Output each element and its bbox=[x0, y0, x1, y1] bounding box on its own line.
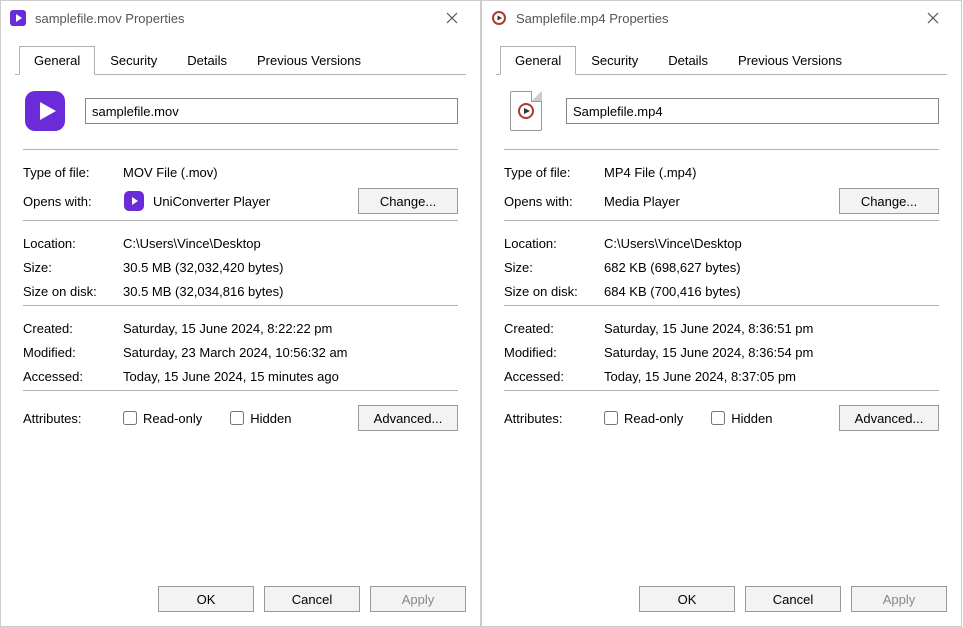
default-app-icon bbox=[123, 190, 145, 212]
separator bbox=[504, 390, 939, 391]
attributes-label: Attributes: bbox=[23, 411, 123, 426]
titlebar[interactable]: samplefile.mov Properties bbox=[1, 1, 480, 35]
filename-input[interactable] bbox=[85, 98, 458, 124]
separator bbox=[504, 305, 939, 306]
apply-button[interactable]: Apply bbox=[851, 586, 947, 612]
hidden-checkbox[interactable]: Hidden bbox=[711, 411, 772, 426]
tab-details[interactable]: Details bbox=[172, 46, 242, 75]
accessed-label: Accessed: bbox=[23, 369, 123, 384]
tab-previous-versions[interactable]: Previous Versions bbox=[242, 46, 376, 75]
separator bbox=[23, 390, 458, 391]
content-area: General Security Details Previous Versio… bbox=[482, 35, 961, 576]
opens-with-label: Opens with: bbox=[504, 194, 604, 209]
accessed-label: Accessed: bbox=[504, 369, 604, 384]
properties-window-mov: samplefile.mov Properties General Securi… bbox=[0, 0, 481, 627]
size-on-disk-value: 30.5 MB (32,034,816 bytes) bbox=[123, 284, 458, 299]
size-on-disk-label: Size on disk: bbox=[504, 284, 604, 299]
type-label: Type of file: bbox=[504, 165, 604, 180]
window-title: Samplefile.mp4 Properties bbox=[516, 11, 915, 26]
change-button[interactable]: Change... bbox=[839, 188, 939, 214]
readonly-checkbox-input[interactable] bbox=[604, 411, 618, 425]
size-label: Size: bbox=[504, 260, 604, 275]
app-icon bbox=[9, 9, 27, 27]
app-icon bbox=[490, 9, 508, 27]
ok-button[interactable]: OK bbox=[158, 586, 254, 612]
titlebar[interactable]: Samplefile.mp4 Properties bbox=[482, 1, 961, 35]
readonly-label: Read-only bbox=[143, 411, 202, 426]
opens-with-value: UniConverter Player bbox=[153, 194, 270, 209]
close-icon[interactable] bbox=[915, 5, 951, 31]
type-label: Type of file: bbox=[23, 165, 123, 180]
type-value: MP4 File (.mp4) bbox=[604, 165, 939, 180]
hidden-checkbox-input[interactable] bbox=[230, 411, 244, 425]
filename-input[interactable] bbox=[566, 98, 939, 124]
size-value: 30.5 MB (32,032,420 bytes) bbox=[123, 260, 458, 275]
attributes-label: Attributes: bbox=[504, 411, 604, 426]
size-value: 682 KB (698,627 bytes) bbox=[604, 260, 939, 275]
modified-value: Saturday, 23 March 2024, 10:56:32 am bbox=[123, 345, 458, 360]
readonly-label: Read-only bbox=[624, 411, 683, 426]
tab-security[interactable]: Security bbox=[576, 46, 653, 75]
readonly-checkbox-input[interactable] bbox=[123, 411, 137, 425]
location-label: Location: bbox=[23, 236, 123, 251]
ok-button[interactable]: OK bbox=[639, 586, 735, 612]
advanced-button[interactable]: Advanced... bbox=[358, 405, 458, 431]
location-value: C:\Users\Vince\Desktop bbox=[123, 236, 458, 251]
modified-value: Saturday, 15 June 2024, 8:36:54 pm bbox=[604, 345, 939, 360]
hidden-checkbox-input[interactable] bbox=[711, 411, 725, 425]
created-label: Created: bbox=[23, 321, 123, 336]
separator bbox=[504, 149, 939, 150]
file-type-icon bbox=[504, 89, 548, 133]
separator bbox=[23, 220, 458, 221]
readonly-checkbox[interactable]: Read-only bbox=[123, 411, 202, 426]
tab-previous-versions[interactable]: Previous Versions bbox=[723, 46, 857, 75]
type-value: MOV File (.mov) bbox=[123, 165, 458, 180]
apply-button[interactable]: Apply bbox=[370, 586, 466, 612]
advanced-button[interactable]: Advanced... bbox=[839, 405, 939, 431]
modified-label: Modified: bbox=[23, 345, 123, 360]
separator bbox=[23, 305, 458, 306]
separator bbox=[504, 220, 939, 221]
hidden-label: Hidden bbox=[250, 411, 291, 426]
opens-with-value: Media Player bbox=[604, 194, 680, 209]
separator bbox=[23, 149, 458, 150]
dialog-footer: OK Cancel Apply bbox=[482, 576, 961, 626]
file-type-icon bbox=[23, 89, 67, 133]
hidden-checkbox[interactable]: Hidden bbox=[230, 411, 291, 426]
change-button[interactable]: Change... bbox=[358, 188, 458, 214]
accessed-value: Today, 15 June 2024, 8:37:05 pm bbox=[604, 369, 939, 384]
properties-window-mp4: Samplefile.mp4 Properties General Securi… bbox=[481, 0, 962, 627]
general-pane: Type of file:MOV File (.mov) Opens with:… bbox=[15, 75, 466, 576]
tab-security[interactable]: Security bbox=[95, 46, 172, 75]
tab-details[interactable]: Details bbox=[653, 46, 723, 75]
created-value: Saturday, 15 June 2024, 8:36:51 pm bbox=[604, 321, 939, 336]
location-label: Location: bbox=[504, 236, 604, 251]
close-icon[interactable] bbox=[434, 5, 470, 31]
hidden-label: Hidden bbox=[731, 411, 772, 426]
window-title: samplefile.mov Properties bbox=[35, 11, 434, 26]
tab-strip: General Security Details Previous Versio… bbox=[496, 45, 947, 75]
cancel-button[interactable]: Cancel bbox=[745, 586, 841, 612]
size-label: Size: bbox=[23, 260, 123, 275]
location-value: C:\Users\Vince\Desktop bbox=[604, 236, 939, 251]
opens-with-label: Opens with: bbox=[23, 194, 123, 209]
size-on-disk-label: Size on disk: bbox=[23, 284, 123, 299]
tab-general[interactable]: General bbox=[500, 46, 576, 75]
readonly-checkbox[interactable]: Read-only bbox=[604, 411, 683, 426]
tab-strip: General Security Details Previous Versio… bbox=[15, 45, 466, 75]
tab-general[interactable]: General bbox=[19, 46, 95, 75]
modified-label: Modified: bbox=[504, 345, 604, 360]
accessed-value: Today, 15 June 2024, 15 minutes ago bbox=[123, 369, 458, 384]
cancel-button[interactable]: Cancel bbox=[264, 586, 360, 612]
general-pane: Type of file:MP4 File (.mp4) Opens with:… bbox=[496, 75, 947, 576]
created-value: Saturday, 15 June 2024, 8:22:22 pm bbox=[123, 321, 458, 336]
content-area: General Security Details Previous Versio… bbox=[1, 35, 480, 576]
dialog-footer: OK Cancel Apply bbox=[1, 576, 480, 626]
size-on-disk-value: 684 KB (700,416 bytes) bbox=[604, 284, 939, 299]
created-label: Created: bbox=[504, 321, 604, 336]
